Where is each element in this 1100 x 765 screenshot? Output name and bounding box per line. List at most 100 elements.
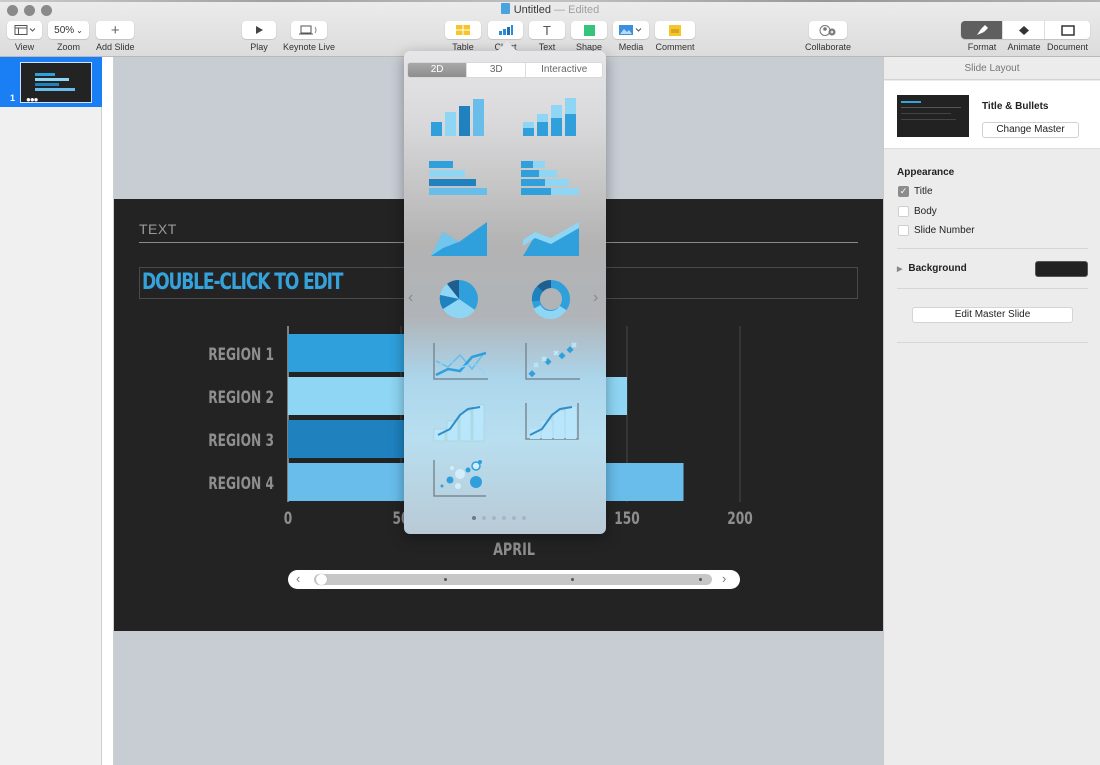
keynote-live-label: Keynote Live	[283, 42, 336, 52]
stacked-bar-chart-option[interactable]	[521, 159, 581, 203]
two-axis-chart-option[interactable]	[524, 401, 584, 445]
comment-label: Comment	[655, 42, 695, 52]
page-dot[interactable]	[492, 516, 496, 520]
background-color-well[interactable]	[1035, 261, 1088, 277]
document-window-icon	[1060, 24, 1075, 36]
animate-label: Animate	[1007, 42, 1041, 52]
play-icon	[256, 26, 263, 34]
zoom-dropdown[interactable]: 50% ⌄ Zoom	[48, 21, 89, 52]
body-checkbox[interactable]	[898, 206, 909, 217]
slide-number-checkbox[interactable]	[898, 225, 909, 236]
tab-3d[interactable]: 3D	[467, 63, 527, 77]
page-dot[interactable]	[472, 516, 476, 520]
disclosure-triangle-icon[interactable]: ▶	[897, 265, 902, 273]
paintbrush-icon	[976, 24, 988, 35]
play-label: Play	[250, 42, 268, 52]
bubble-chart-option[interactable]	[432, 458, 492, 502]
background-disclosure[interactable]: ▶ Background	[897, 263, 967, 274]
add-slide-button[interactable]: + Add Slide	[96, 21, 135, 52]
play-button[interactable]: Play	[242, 21, 276, 52]
body-checkbox-row[interactable]: Body	[898, 206, 937, 217]
scatter-chart-option[interactable]	[524, 341, 584, 385]
title-checkbox[interactable]: ✓	[898, 186, 909, 197]
inspector-segmented-control: Format Animate Document	[961, 21, 1090, 52]
chevron-left-icon[interactable]: ‹	[408, 289, 413, 307]
scrubber-track[interactable]	[314, 574, 712, 585]
tab-interactive[interactable]: Interactive	[526, 63, 602, 77]
shape-button[interactable]: Shape	[571, 21, 607, 52]
slide-thumbnail-row[interactable]: 1 ●●●	[0, 57, 102, 107]
inspector-header: Slide Layout	[884, 57, 1100, 80]
line-chart-option[interactable]	[432, 341, 492, 385]
area-chart-option[interactable]	[429, 216, 489, 260]
format-inspector: Slide Layout Title & Bullets Change Mast…	[883, 57, 1100, 765]
view-label: View	[14, 42, 35, 52]
keynote-live-icon	[299, 25, 317, 35]
comment-button[interactable]: Comment	[655, 21, 695, 52]
scrubber-stop	[699, 578, 702, 581]
media-button[interactable]: Media	[613, 21, 649, 52]
page-dot[interactable]	[502, 516, 506, 520]
shape-square-icon	[583, 24, 595, 36]
scrubber-stop	[444, 578, 447, 581]
chart-data-scrubber[interactable]: ‹ ›	[288, 570, 740, 589]
document-name: Untitled	[513, 4, 551, 16]
x-tick-label: 150	[614, 509, 640, 529]
view-button[interactable]: View	[7, 21, 42, 52]
format-tab[interactable]	[961, 21, 1003, 39]
comment-note-icon	[669, 24, 681, 36]
donut-chart-option[interactable]	[521, 277, 581, 321]
divider	[897, 288, 1088, 289]
sidebar-layout-icon	[14, 25, 35, 35]
collaborate-button[interactable]: Collaborate	[805, 21, 851, 52]
x-tick-label: 0	[284, 509, 293, 529]
category-label: REGION 2	[208, 388, 274, 408]
window-title: Untitled — Edited	[0, 3, 1100, 16]
change-master-button[interactable]: Change Master	[982, 122, 1079, 138]
bar-chart-option[interactable]	[429, 159, 489, 203]
checkbox-label: Body	[914, 206, 937, 217]
scrubber-knob[interactable]	[316, 574, 327, 585]
page-dot[interactable]	[512, 516, 516, 520]
animate-tab[interactable]	[1003, 21, 1045, 39]
tab-2d[interactable]: 2D	[408, 63, 468, 77]
text-button[interactable]: T Text	[529, 21, 565, 52]
navigator-gutter	[102, 57, 114, 765]
media-label: Media	[618, 42, 644, 52]
scrubber-stop	[571, 578, 574, 581]
build-indicator-icon: ●●●	[26, 95, 38, 104]
edit-master-slide-button[interactable]: Edit Master Slide	[912, 307, 1073, 323]
popover-page-indicator[interactable]	[472, 516, 526, 520]
page-dot[interactable]	[482, 516, 486, 520]
stacked-area-chart-option[interactable]	[521, 216, 581, 260]
mixed-chart-option[interactable]	[432, 401, 492, 445]
page-dot[interactable]	[522, 516, 526, 520]
format-label: Format	[967, 42, 997, 52]
master-thumbnail[interactable]	[897, 95, 969, 137]
collaborate-label: Collaborate	[805, 42, 852, 52]
document-tab[interactable]	[1045, 21, 1090, 39]
zoom-value: 50%	[54, 24, 75, 36]
chevron-right-icon[interactable]: ›	[722, 571, 726, 587]
pie-chart-option[interactable]	[429, 277, 489, 321]
category-label: REGION 4	[208, 474, 274, 494]
toolbar: Untitled — Edited View 50% ⌄ Zoom + Add S…	[0, 0, 1100, 57]
table-icon	[456, 25, 470, 35]
slide-navigator: 1 ●●●	[0, 57, 102, 765]
slide-number: 1	[10, 93, 16, 103]
stacked-column-chart-option[interactable]	[521, 96, 581, 140]
column-chart-option[interactable]	[429, 96, 489, 140]
keynote-document-icon	[500, 3, 510, 14]
keynote-window: Untitled — Edited View 50% ⌄ Zoom + Add S…	[0, 0, 1100, 765]
chevron-left-icon[interactable]: ‹	[296, 571, 300, 587]
text-icon: T	[529, 21, 565, 39]
x-tick-label: 200	[727, 509, 753, 529]
title-checkbox-row[interactable]: ✓ Title	[898, 186, 933, 197]
appearance-heading: Appearance	[897, 167, 955, 178]
keynote-live-button[interactable]: Keynote Live	[283, 21, 335, 52]
chevron-down-icon: ⌄	[76, 25, 83, 35]
chevron-right-icon[interactable]: ›	[593, 289, 598, 307]
slide-number-checkbox-row[interactable]: Slide Number	[898, 225, 975, 236]
table-button[interactable]: Table	[445, 21, 481, 52]
media-image-icon	[619, 24, 642, 35]
